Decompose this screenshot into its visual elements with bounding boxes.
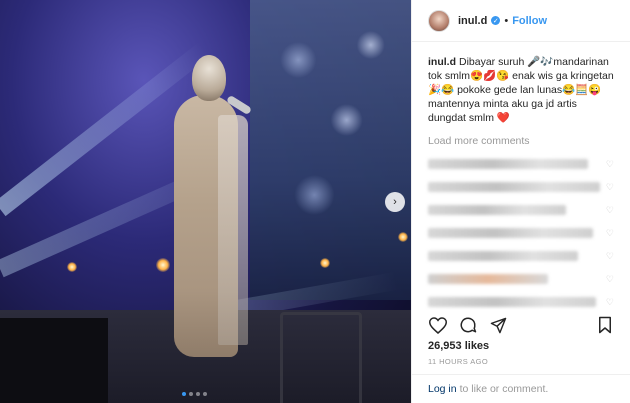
blurred-text [428,228,593,238]
instagram-post: › inul.d ✓ • Follow inul.d Dibayar suruh … [0,0,630,403]
follow-button[interactable]: Follow [512,15,547,27]
heart-icon: ♡ [605,227,614,238]
blurred-comment: ♡ [428,227,614,239]
blurred-comment: ♡ [428,250,614,262]
heart-icon: ♡ [605,158,614,169]
blurred-text [428,205,566,215]
blurred-text [428,274,548,284]
post-sidebar: inul.d ✓ • Follow inul.d Dibayar suruh 🎤🎶… [411,0,630,403]
performer-cape [218,115,248,345]
comments-section: inul.d Dibayar suruh 🎤🎶mandarinan tok sml… [412,42,630,310]
blurred-comment: ♡ [428,181,614,193]
performer-head [192,55,226,101]
blurred-comment: ♡ [428,158,614,170]
post-actions [428,313,615,337]
blurred-text [428,297,596,307]
blurred-text [428,182,600,192]
comment-bubble-icon [460,317,477,333]
chair [280,312,362,403]
carousel-dot [182,392,186,396]
post-header: inul.d ✓ • Follow [412,0,630,42]
carousel-dots [182,392,207,396]
carousel-dot [189,392,193,396]
avatar[interactable] [428,9,450,32]
blurred-text [428,251,578,261]
stage-light [67,262,77,272]
chevron-right-icon: › [393,196,397,208]
likes-count[interactable]: 26,953 likes [428,340,489,352]
carousel-dot [203,392,207,396]
performer [160,55,253,357]
login-prompt-text: to like or comment. [459,383,549,395]
heart-icon: ♡ [605,273,614,284]
blurred-text [428,159,588,169]
verified-badge-icon: ✓ [491,16,501,25]
save-button[interactable] [595,315,615,335]
heart-icon: ♡ [605,296,614,307]
post-media[interactable]: › [0,0,411,403]
post-timestamp[interactable]: 11 HOURS AGO [428,357,488,366]
share-button[interactable] [488,315,508,335]
heart-icon: ♡ [605,250,614,261]
paper-plane-icon [490,317,506,333]
blurred-comment: ♡ [428,273,614,285]
username[interactable]: inul.d [458,15,487,27]
like-button[interactable] [428,315,448,335]
separator: • [504,14,509,27]
stage-speaker [0,318,108,403]
bookmark-icon [599,316,611,334]
heart-icon: ♡ [605,181,614,192]
blurred-comment: ♡ [428,296,614,308]
login-prompt: Log in to like or comment. [412,374,630,403]
stage-light [320,258,330,268]
flower-backdrop [250,0,411,300]
heart-outline-icon [429,316,447,334]
heart-icon: ♡ [605,204,614,215]
caption-username[interactable]: inul.d [428,56,456,68]
login-link[interactable]: Log in [428,383,457,395]
comment-button[interactable] [458,315,478,335]
load-more-comments[interactable]: Load more comments [428,135,614,147]
caption: inul.d Dibayar suruh 🎤🎶mandarinan tok sml… [428,55,614,125]
stage-light [398,232,408,242]
carousel-dot [196,392,200,396]
carousel-next-button[interactable]: › [385,192,405,212]
blurred-comment: ♡ [428,204,614,216]
